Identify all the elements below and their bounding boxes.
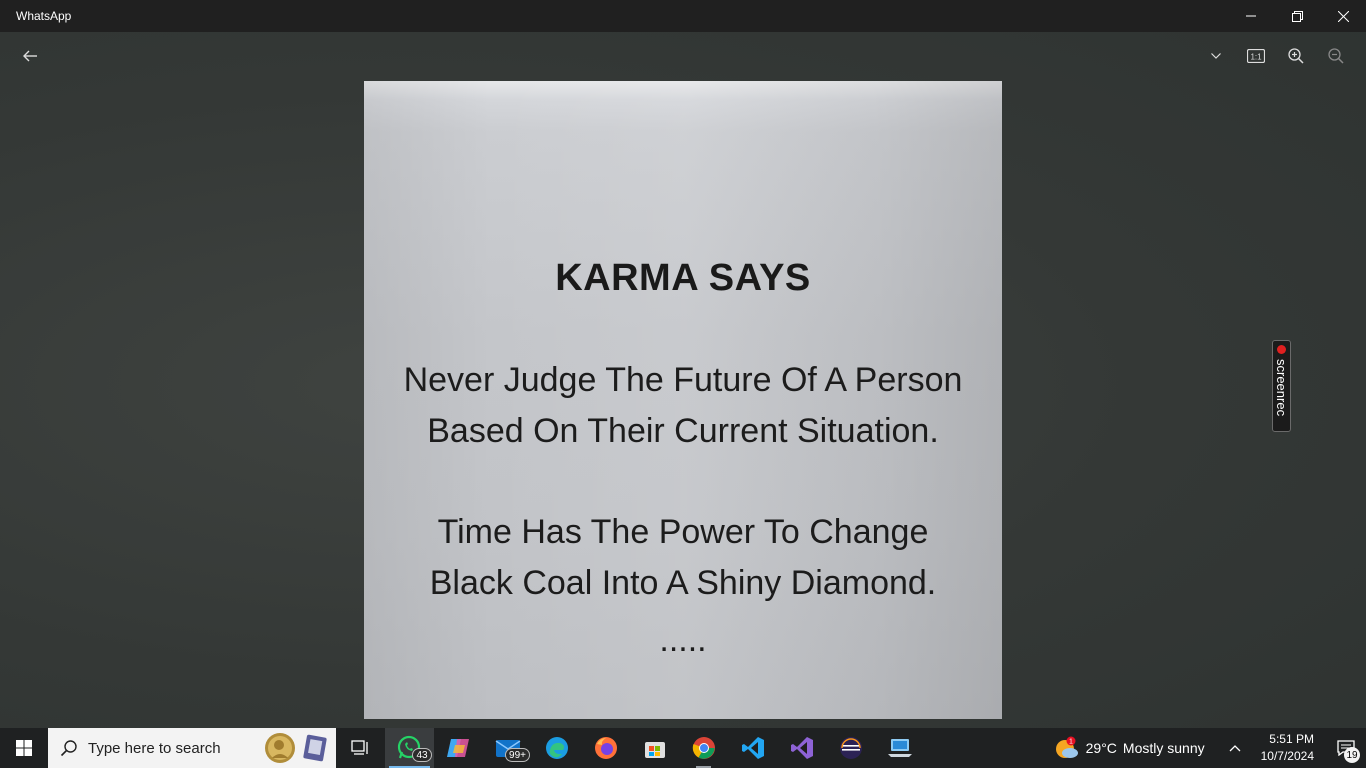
- zoom-out-button[interactable]: [1320, 42, 1352, 70]
- taskbar-laptop-app[interactable]: [875, 728, 924, 768]
- chevron-up-icon: [1229, 745, 1241, 752]
- viewed-image[interactable]: KARMA SAYS Never Judge The Future Of A P…: [364, 81, 1002, 719]
- restore-button[interactable]: [1274, 0, 1320, 32]
- task-view-icon: [350, 740, 368, 755]
- weather-sunny-icon: 1: [1055, 736, 1078, 758]
- taskbar-task-view[interactable]: [336, 728, 385, 768]
- screenrec-widget[interactable]: screenrec: [1272, 340, 1291, 432]
- close-button[interactable]: [1320, 0, 1366, 32]
- mail-badge: 99+: [505, 748, 530, 762]
- notification-count: 19: [1344, 747, 1360, 763]
- minimize-icon: [1246, 15, 1256, 17]
- notification-center-button[interactable]: 19: [1326, 728, 1366, 768]
- window-controls: [1228, 0, 1366, 32]
- clock-time: 5:51 PM: [1269, 732, 1314, 746]
- screenrec-label: screenrec: [1274, 359, 1289, 417]
- record-icon: [1277, 345, 1286, 354]
- store-icon: [644, 742, 665, 758]
- image-text-line-3: Time Has The Power To Change: [437, 513, 929, 551]
- weather-description: Mostly sunny: [1122, 740, 1205, 756]
- certificate-icon: [303, 734, 327, 762]
- weather-alert-count: 1: [1069, 739, 1073, 746]
- taskbar-store[interactable]: [630, 728, 679, 768]
- image-text-line-1: Never Judge The Future Of A Person: [403, 361, 963, 399]
- minimize-button[interactable]: [1228, 0, 1274, 32]
- weather-temperature: 29°C: [1085, 740, 1117, 756]
- show-hidden-icons-button[interactable]: [1223, 728, 1247, 768]
- viewer-toolbar: 1:1: [0, 32, 1366, 80]
- taskbar-chrome[interactable]: [679, 728, 728, 768]
- viewer-tools: 1:1: [1200, 42, 1352, 70]
- taskbar: Type here to search 43 99+ 1 29°C Mostly…: [0, 728, 1366, 768]
- taskbar-mail[interactable]: 99+: [483, 728, 532, 768]
- windows-logo-icon: [16, 740, 32, 756]
- actual-size-icon: 1:1: [1247, 49, 1265, 63]
- actual-size-button[interactable]: 1:1: [1240, 42, 1272, 70]
- actual-size-label: 1:1: [1250, 53, 1262, 62]
- close-icon: [1337, 10, 1349, 22]
- taskbar-visual-studio[interactable]: [777, 728, 826, 768]
- image-text-ellipsis: .....: [659, 621, 707, 659]
- clock-date: 10/7/2024: [1260, 749, 1314, 763]
- weather-widget[interactable]: 1 29°C Mostly sunny: [1054, 736, 1205, 760]
- copilot-icon: [446, 739, 469, 757]
- firefox-icon: [594, 737, 617, 759]
- vscode-icon: [741, 737, 764, 759]
- visual-studio-icon: [790, 737, 813, 759]
- taskbar-vscode[interactable]: [728, 728, 777, 768]
- title-bar: WhatsApp: [0, 0, 1366, 32]
- image-text-line-4: Black Coal Into A Shiny Diamond.: [429, 564, 937, 602]
- window-title: WhatsApp: [16, 9, 72, 23]
- search-highlight-image[interactable]: [264, 732, 328, 764]
- restore-icon: [1291, 10, 1303, 22]
- taskbar-whatsapp[interactable]: 43: [385, 728, 434, 768]
- whatsapp-badge: 43: [412, 748, 432, 762]
- image-text-line-2: Based On Their Current Situation.: [427, 412, 939, 450]
- image-title-text: KARMA SAYS: [555, 257, 811, 299]
- laptop-icon: [887, 739, 912, 757]
- back-button[interactable]: [14, 42, 46, 70]
- edge-icon: [545, 737, 568, 759]
- taskbar-firefox[interactable]: [581, 728, 630, 768]
- start-button[interactable]: [0, 728, 48, 768]
- zoom-in-icon: [1288, 48, 1304, 64]
- taskbar-search[interactable]: Type here to search: [48, 728, 336, 768]
- chrome-icon: [692, 737, 715, 759]
- more-options-button[interactable]: [1200, 42, 1232, 70]
- search-placeholder: Type here to search: [88, 739, 221, 757]
- system-tray: 1 29°C Mostly sunny 5:51 PM 10/7/2024 19: [1054, 728, 1366, 768]
- eclipse-icon: [839, 737, 862, 759]
- medal-icon: [265, 733, 295, 763]
- taskbar-copilot[interactable]: [434, 728, 483, 768]
- taskbar-edge[interactable]: [532, 728, 581, 768]
- chevron-down-icon: [1211, 53, 1221, 59]
- zoom-in-button[interactable]: [1280, 42, 1312, 70]
- search-icon: [60, 740, 77, 757]
- taskbar-clock[interactable]: 5:51 PM 10/7/2024: [1261, 731, 1314, 765]
- arrow-left-icon: [23, 50, 37, 62]
- zoom-out-icon: [1328, 48, 1344, 64]
- taskbar-eclipse[interactable]: [826, 728, 875, 768]
